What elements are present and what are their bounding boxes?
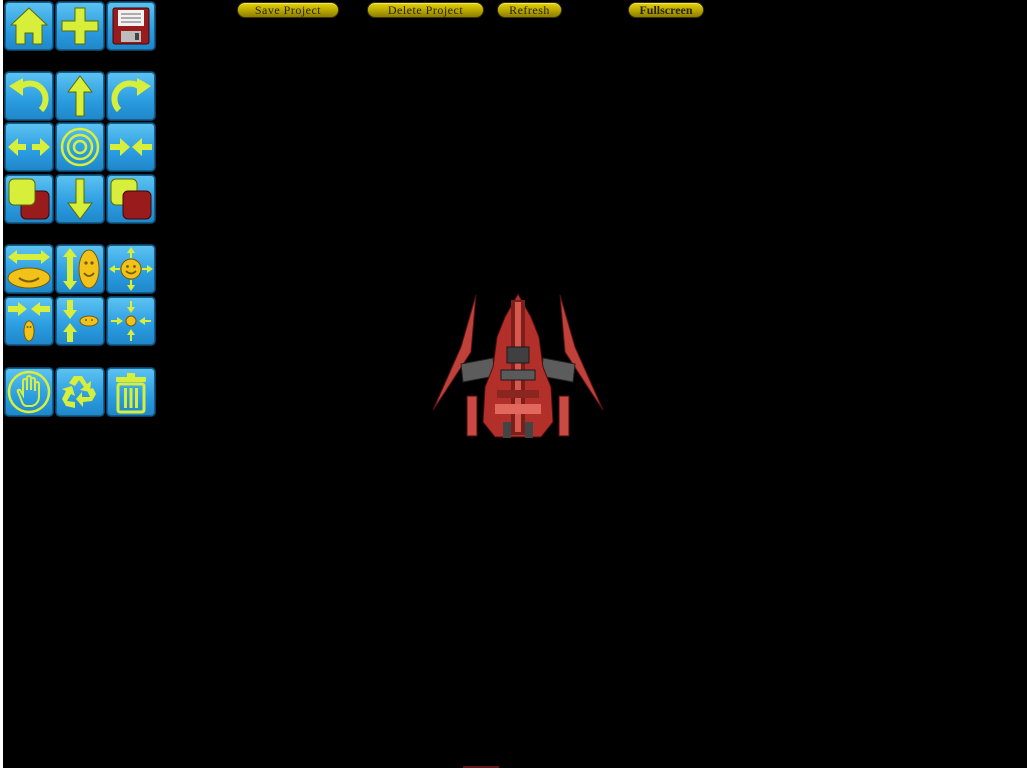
bring-to-front-icon: [110, 178, 152, 220]
move-up-button[interactable]: [56, 72, 104, 120]
save-disk-button[interactable]: [107, 2, 155, 50]
stretch-horizontal-icon: [8, 138, 50, 156]
scale-down-icon: [111, 301, 151, 341]
scale-vertical-icon: [63, 248, 100, 290]
rotate-right-icon: [111, 78, 151, 113]
squeeze-horizontal-button[interactable]: [5, 297, 53, 345]
squeeze-vertical-button[interactable]: [56, 297, 104, 345]
save-project-button[interactable]: Save Project: [237, 2, 339, 18]
center-target-button[interactable]: [56, 123, 104, 171]
scale-up-icon: [109, 247, 153, 291]
hand-drag-button[interactable]: [5, 368, 53, 416]
red-spaceship-sprite[interactable]: [431, 292, 605, 440]
canvas-edge-marker: [463, 766, 499, 768]
canvas-stage[interactable]: Save Project Delete Project Refresh Full…: [3, 0, 1027, 768]
home-icon: [9, 7, 49, 45]
send-to-back-button[interactable]: [5, 175, 53, 223]
add-button[interactable]: [56, 2, 104, 50]
trash-button[interactable]: [107, 368, 155, 416]
scale-horizontal-icon: [7, 250, 51, 289]
delete-project-button[interactable]: Delete Project: [367, 2, 484, 18]
stretch-horizontal-button[interactable]: [5, 123, 53, 171]
move-up-icon: [67, 75, 93, 117]
scale-up-button[interactable]: [107, 245, 155, 293]
send-to-back-icon: [8, 178, 50, 220]
trash-icon: [116, 373, 146, 414]
save-disk-icon: [112, 7, 150, 45]
scale-down-button[interactable]: [107, 297, 155, 345]
rotate-right-button[interactable]: [107, 72, 155, 120]
rotate-left-icon: [9, 78, 49, 113]
shrink-horizontal-icon: [110, 138, 152, 156]
add-icon: [61, 7, 99, 45]
fullscreen-button[interactable]: Fullscreen: [628, 2, 704, 18]
squeeze-vertical-icon: [63, 300, 99, 342]
move-down-button[interactable]: [56, 175, 104, 223]
hand-drag-icon: [7, 370, 51, 414]
squeeze-horizontal-icon: [8, 302, 50, 342]
rotate-left-button[interactable]: [5, 72, 53, 120]
bring-to-front-button[interactable]: [107, 175, 155, 223]
move-down-icon: [67, 178, 93, 220]
scale-horizontal-button[interactable]: [5, 245, 53, 293]
recycle-button[interactable]: [56, 368, 104, 416]
refresh-button[interactable]: Refresh: [497, 2, 562, 18]
recycle-icon: [62, 376, 96, 408]
shrink-horizontal-button[interactable]: [107, 123, 155, 171]
center-target-icon: [60, 127, 100, 167]
scale-vertical-button[interactable]: [56, 245, 104, 293]
home-button[interactable]: [5, 2, 53, 50]
